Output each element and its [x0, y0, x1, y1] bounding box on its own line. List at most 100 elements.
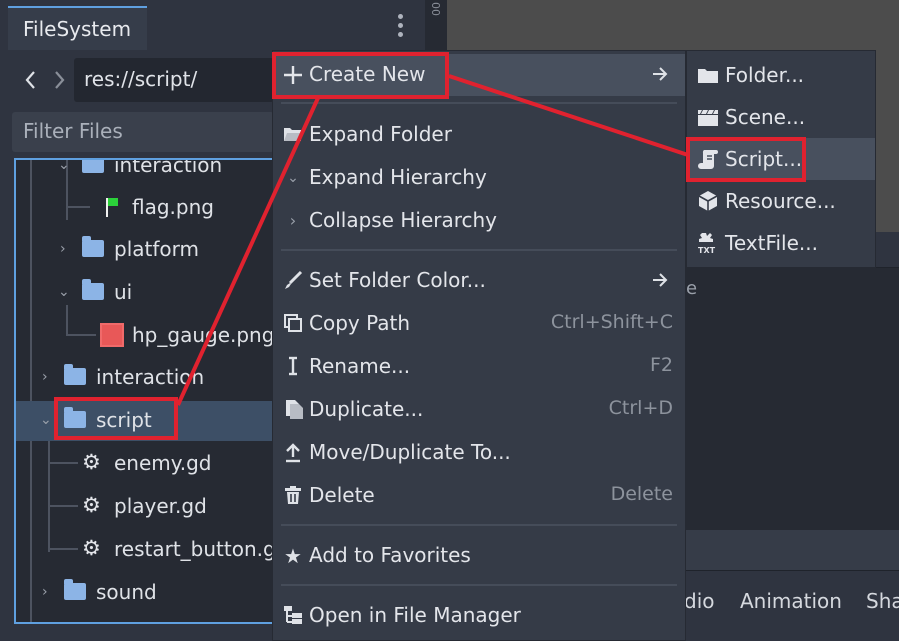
- menu-item-shortcut: Ctrl+Shift+C: [550, 311, 673, 333]
- ruler-text: 00: [429, 2, 442, 16]
- filter-files-input[interactable]: Filter Files: [12, 112, 274, 152]
- menu-item-move-duplicate-to[interactable]: Move/Duplicate To...: [273, 432, 685, 474]
- bottom-tab-animation[interactable]: Animation: [740, 589, 842, 613]
- menu-item-label: Expand Hierarchy: [309, 165, 487, 189]
- tree-item-player-gd[interactable]: ⚙ player.gd: [16, 487, 276, 527]
- menu-item-copy-path[interactable]: Copy Path Ctrl+Shift+C: [273, 303, 685, 345]
- folder-icon: [82, 160, 104, 173]
- highlight-script-submenu: [686, 137, 806, 182]
- menu-item-shortcut: Delete: [610, 483, 673, 505]
- tree-item-hp-gauge-png[interactable]: hp_gauge.png: [16, 316, 276, 356]
- bottom-panel-partial-text: e: [686, 278, 698, 299]
- gear-icon: ⚙: [82, 450, 101, 474]
- submenu-item-label: Resource...: [725, 189, 836, 213]
- chevron-down-icon[interactable]: ⌄: [58, 284, 70, 300]
- menu-item-label: Copy Path: [309, 311, 411, 335]
- menu-item-rename[interactable]: Rename... F2: [273, 346, 685, 388]
- duplicate-icon: [281, 398, 305, 422]
- chevron-right-icon[interactable]: ›: [42, 584, 48, 600]
- menu-item-label: Open in File Manager: [309, 603, 521, 627]
- menu-item-duplicate[interactable]: Duplicate... Ctrl+D: [273, 389, 685, 431]
- folder-open-icon: [281, 123, 305, 147]
- context-menu: Create New Expand Folder ⌄ Expand Hierar…: [272, 50, 686, 641]
- tree-item-ui[interactable]: ⌄ ui: [16, 273, 276, 313]
- gear-icon: ⚙: [82, 493, 101, 517]
- menu-item-open-in-file-manager[interactable]: Open in File Manager: [273, 595, 685, 637]
- tree-item-restart-button-gd[interactable]: ⚙ restart_button.gd: [16, 530, 276, 570]
- bottom-tab-audio[interactable]: dio: [684, 589, 715, 613]
- menu-item-expand-hierarchy[interactable]: ⌄ Expand Hierarchy: [273, 157, 685, 199]
- cube-icon: [697, 190, 719, 212]
- folder-icon: [82, 236, 104, 257]
- menu-item-expand-folder[interactable]: Expand Folder: [273, 114, 685, 156]
- brush-icon: [281, 269, 305, 293]
- move-up-icon: [281, 441, 305, 465]
- chevron-down-icon: ⌄: [287, 170, 299, 186]
- menu-separator: [281, 524, 677, 526]
- chevron-down-icon[interactable]: ⌄: [58, 160, 70, 173]
- menu-separator: [281, 249, 677, 251]
- nav-forward-button[interactable]: [48, 64, 70, 96]
- tree-item-label: hp_gauge.png: [132, 323, 275, 347]
- tree-item-enemy-gd[interactable]: ⚙ enemy.gd: [16, 444, 276, 484]
- menu-item-shortcut: Ctrl+D: [608, 397, 673, 419]
- submenu-item-label: Scene...: [725, 105, 806, 129]
- submenu-item-label: Folder...: [725, 63, 805, 87]
- highlight-script-folder: [54, 397, 178, 440]
- arrow-right-icon: [651, 62, 669, 91]
- submenu-item-resource[interactable]: Resource...: [687, 180, 875, 222]
- dock-menu-icon[interactable]: [394, 14, 406, 42]
- submenu-item-label: TextFile...: [725, 231, 818, 255]
- chevron-down-icon[interactable]: ⌄: [40, 412, 52, 428]
- menu-item-add-to-favorites[interactable]: ★ Add to Favorites: [273, 535, 685, 577]
- svg-text:TXT: TXT: [698, 246, 716, 254]
- bottom-tab-shader[interactable]: Sha: [866, 589, 899, 613]
- nav-back-button[interactable]: [20, 64, 42, 96]
- menu-item-delete[interactable]: Delete Delete: [273, 475, 685, 517]
- tree-item-platform[interactable]: › platform: [16, 230, 276, 270]
- menu-item-collapse-hierarchy[interactable]: › Collapse Hierarchy: [273, 200, 685, 242]
- tree-item-label: player.gd: [114, 494, 207, 518]
- menu-item-shortcut: F2: [649, 354, 673, 376]
- tree-item-label: enemy.gd: [114, 451, 212, 475]
- tree-item-label: interaction: [114, 158, 223, 177]
- tab-filesystem[interactable]: FileSystem: [8, 6, 147, 50]
- chevron-right-icon: ›: [289, 211, 297, 230]
- submenu-item-folder[interactable]: Folder...: [687, 54, 875, 96]
- tab-filesystem-label: FileSystem: [23, 17, 132, 41]
- menu-item-label: Collapse Hierarchy: [309, 208, 498, 232]
- tree-item-sound[interactable]: › sound: [16, 573, 276, 613]
- folder-icon: [64, 364, 86, 385]
- folder-icon: [64, 579, 86, 600]
- tree-item-label: restart_button.gd: [114, 537, 276, 561]
- menu-item-label: Expand Folder: [309, 122, 452, 146]
- menu-item-label: Rename...: [309, 354, 411, 378]
- editor-ruler-strip: 00: [425, 0, 447, 50]
- submenu-item-textfile[interactable]: TXT TextFile...: [687, 222, 875, 264]
- chevron-left-icon: [25, 71, 35, 89]
- file-tree: ⌄ interaction flag.png › platform ⌄ ui h…: [14, 158, 276, 624]
- chevron-right-icon: [55, 71, 65, 89]
- submenu-item-scene[interactable]: Scene...: [687, 96, 875, 138]
- text-cursor-icon: [281, 355, 305, 379]
- tree-item-label: flag.png: [132, 195, 214, 219]
- tree-item-label: sound: [96, 580, 157, 604]
- tree-item-interaction-sub[interactable]: ⌄ interaction: [16, 158, 276, 186]
- menu-item-set-folder-color[interactable]: Set Folder Color...: [273, 260, 685, 302]
- trash-icon: [281, 484, 305, 508]
- menu-item-label: Move/Duplicate To...: [309, 440, 511, 464]
- copy-icon: [281, 312, 305, 336]
- tree-item-label: platform: [114, 237, 199, 261]
- tree-item-label: ui: [114, 280, 133, 304]
- path-input[interactable]: res://script/: [74, 58, 274, 102]
- tree-item-flag-png[interactable]: flag.png: [16, 188, 276, 228]
- menu-item-label: Set Folder Color...: [309, 268, 486, 292]
- folder-icon: [82, 279, 104, 300]
- chevron-right-icon[interactable]: ›: [42, 369, 48, 385]
- txt-file-icon: TXT: [697, 232, 719, 255]
- tree-item-interaction[interactable]: › interaction: [16, 358, 276, 398]
- bottom-panel-bar: [684, 530, 899, 570]
- menu-item-label: Delete: [309, 483, 375, 507]
- path-text: res://script/: [84, 67, 198, 91]
- chevron-right-icon[interactable]: ›: [60, 241, 66, 257]
